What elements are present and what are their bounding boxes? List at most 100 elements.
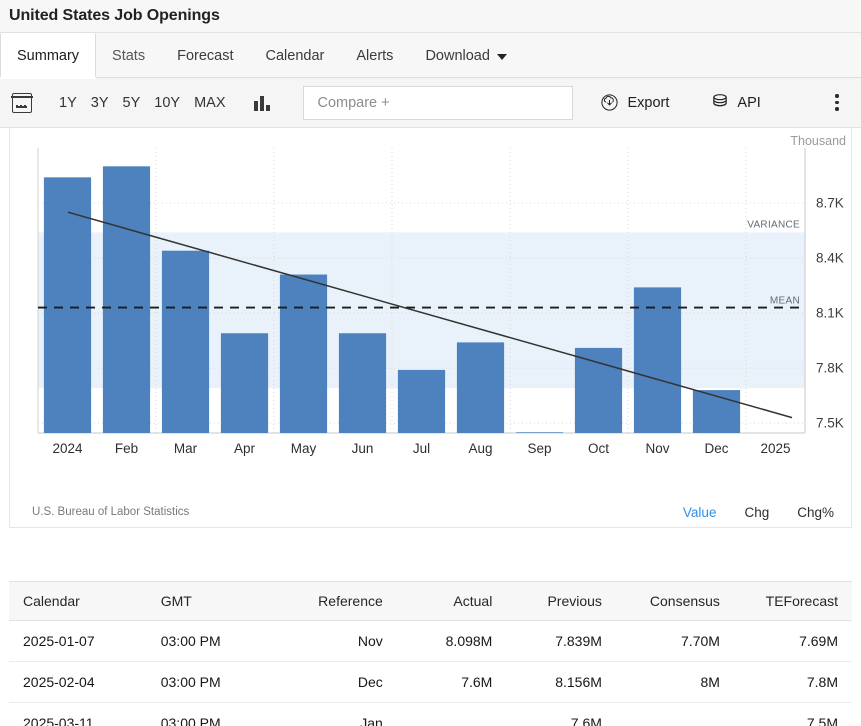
tab-download-label: Download (425, 48, 490, 64)
cell-calendar: 2025-01-07 (9, 621, 161, 662)
cell-reference: Nov (279, 621, 397, 662)
y-tick-label: 7.8K (816, 361, 844, 376)
page-root: United States Job Openings Summary Stats… (0, 0, 861, 726)
cell-previous: 7.839M (506, 621, 616, 662)
chart-source: U.S. Bureau of Labor Statistics (32, 506, 189, 518)
cell-gmt: 03:00 PM (161, 703, 279, 726)
bar-Apr (221, 333, 268, 433)
cell-teforecast: 7.5M (734, 703, 852, 726)
cell-calendar: 2025-03-11 (9, 703, 161, 726)
api-button[interactable]: API (705, 92, 766, 114)
tab-download[interactable]: Download (409, 33, 523, 78)
col-teforecast[interactable]: TEForecast (734, 582, 852, 621)
x-tick-label: May (291, 441, 317, 456)
bar-Nov (634, 287, 681, 433)
tab-alerts-label: Alerts (356, 48, 393, 64)
bar-Feb (103, 166, 150, 433)
cell-gmt: 03:00 PM (161, 621, 279, 662)
export-label: Export (627, 95, 669, 111)
range-3y[interactable]: 3Y (84, 91, 116, 115)
bar-Oct (575, 348, 622, 433)
y-tick-label: 8.7K (816, 196, 844, 211)
table-row[interactable]: 2025-03-1103:00 PMJan 7.6M 7.5M (9, 703, 852, 726)
col-previous[interactable]: Previous (506, 582, 616, 621)
cell-actual (397, 703, 507, 726)
x-tick-label: Sep (527, 441, 551, 456)
range-1y[interactable]: 1Y (52, 91, 84, 115)
table-row[interactable]: 2025-02-0403:00 PMDec7.6M8.156M8M7.8M (9, 662, 852, 703)
cell-gmt: 03:00 PM (161, 662, 279, 703)
compare-field[interactable] (303, 86, 573, 120)
cell-actual: 8.098M (397, 621, 507, 662)
events-table: Calendar GMT Reference Actual Previous C… (9, 582, 852, 726)
x-tick-label: Aug (468, 441, 492, 456)
kebab-menu-icon[interactable] (827, 94, 847, 110)
tab-calendar[interactable]: Calendar (250, 33, 341, 78)
cell-previous: 7.6M (506, 703, 616, 726)
tab-stats[interactable]: Stats (96, 33, 161, 78)
api-label: API (737, 95, 760, 111)
bar-Aug (457, 342, 504, 433)
x-tick-label: Dec (704, 441, 728, 456)
chevron-down-icon (497, 54, 507, 60)
chart-plot (10, 128, 853, 528)
calendar-table: Calendar GMT Reference Actual Previous C… (9, 581, 852, 726)
table-body: 2025-01-0703:00 PMNov8.098M7.839M7.70M7.… (9, 621, 852, 726)
cell-reference: Jan (279, 703, 397, 726)
cloud-download-icon (600, 93, 619, 112)
legend-chgpct[interactable]: Chg% (797, 505, 834, 520)
bar-chart-icon[interactable] (254, 95, 272, 111)
export-button[interactable]: Export (594, 92, 675, 113)
x-tick-label: Apr (234, 441, 255, 456)
x-tick-label: Mar (174, 441, 197, 456)
cell-consensus (616, 703, 734, 726)
page-header: United States Job Openings (0, 0, 861, 33)
table-header-row: Calendar GMT Reference Actual Previous C… (9, 582, 852, 621)
x-tick-label: Oct (588, 441, 609, 456)
tab-alerts[interactable]: Alerts (340, 33, 409, 78)
tab-summary[interactable]: Summary (0, 33, 96, 78)
bar-Sep (516, 432, 563, 433)
cell-calendar: 2025-02-04 (9, 662, 161, 703)
x-tick-label: 2025 (760, 441, 790, 456)
y-tick-label: 7.5K (816, 416, 844, 431)
x-tick-label: Jul (413, 441, 430, 456)
table-row[interactable]: 2025-01-0703:00 PMNov8.098M7.839M7.70M7.… (9, 621, 852, 662)
range-10y[interactable]: 10Y (147, 91, 187, 115)
bar-May (280, 275, 327, 433)
tab-stats-label: Stats (112, 48, 145, 64)
cell-consensus: 7.70M (616, 621, 734, 662)
table-header: Calendar GMT Reference Actual Previous C… (9, 582, 852, 621)
tab-forecast[interactable]: Forecast (161, 33, 249, 78)
variance-band (38, 232, 805, 388)
col-gmt[interactable]: GMT (161, 582, 279, 621)
legend-chg[interactable]: Chg (744, 505, 769, 520)
tab-summary-label: Summary (17, 48, 79, 64)
range-max[interactable]: MAX (187, 91, 232, 115)
bar-2024 (44, 177, 91, 433)
compare-input[interactable] (315, 94, 561, 112)
page-title: United States Job Openings (9, 7, 220, 25)
calendar-icon[interactable] (12, 93, 32, 113)
bar-Jun (339, 333, 386, 433)
mean-label: MEAN (770, 295, 800, 306)
y-tick-label: 8.4K (816, 251, 844, 266)
x-tick-label: Jun (352, 441, 374, 456)
bar-Mar (162, 251, 209, 433)
col-actual[interactable]: Actual (397, 582, 507, 621)
col-calendar[interactable]: Calendar (9, 582, 161, 621)
x-tick-label: 2024 (52, 441, 82, 456)
chart-legend: Value Chg Chg% (683, 505, 834, 520)
bar-Jul (398, 370, 445, 433)
cell-teforecast: 7.69M (734, 621, 852, 662)
range-5y[interactable]: 5Y (116, 91, 148, 115)
x-tick-label: Nov (645, 441, 669, 456)
legend-value[interactable]: Value (683, 505, 717, 520)
col-reference[interactable]: Reference (279, 582, 397, 621)
col-consensus[interactable]: Consensus (616, 582, 734, 621)
chart-area: Thousand 8.7K8.4K8.1K7.8K7.5K 2024FebMar… (10, 128, 853, 528)
cell-previous: 8.156M (506, 662, 616, 703)
tab-calendar-label: Calendar (266, 48, 325, 64)
cell-teforecast: 7.8M (734, 662, 852, 703)
database-icon (711, 93, 729, 113)
